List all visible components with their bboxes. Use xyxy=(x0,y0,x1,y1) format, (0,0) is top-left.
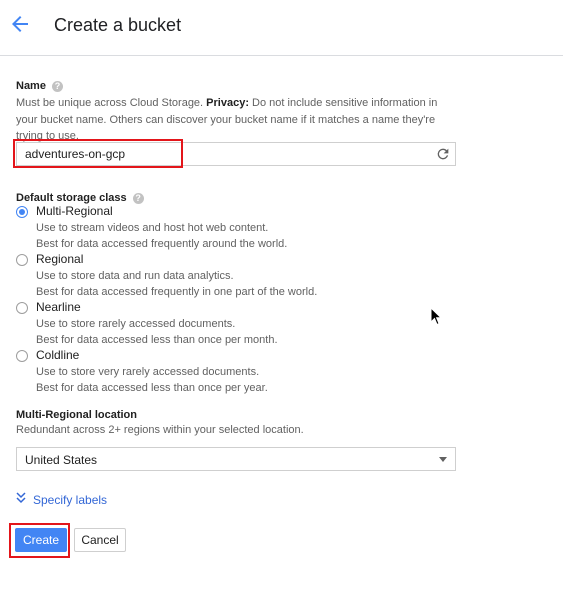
option-title: Coldline xyxy=(36,348,80,362)
storage-class-label: Default storage class xyxy=(16,192,127,204)
page-header: Create a bucket xyxy=(0,0,563,56)
location-label: Multi-Regional location xyxy=(16,409,137,421)
option-description: Best for data accessed less than once pe… xyxy=(36,382,268,394)
page-title: Create a bucket xyxy=(54,15,182,35)
help-icon[interactable]: ? xyxy=(132,193,144,204)
bucket-name-input[interactable] xyxy=(17,143,425,165)
create-button[interactable]: Create xyxy=(15,528,67,552)
name-label: Name xyxy=(16,80,46,92)
option-description: Use to store rarely accessed documents. xyxy=(36,318,236,330)
mouse-cursor-icon xyxy=(430,306,443,327)
name-description: Must be unique across Cloud Storage. Pri… xyxy=(16,95,456,145)
location-description: Redundant across 2+ regions within your … xyxy=(16,424,304,436)
location-section: Multi-Regional location Redundant across… xyxy=(16,409,456,439)
option-title: Nearline xyxy=(36,300,81,314)
location-select[interactable]: United States xyxy=(16,447,456,471)
name-section: Name? Must be unique across Cloud Storag… xyxy=(16,76,456,145)
option-title: Multi-Regional xyxy=(36,204,113,218)
option-description: Use to store data and run data analytics… xyxy=(36,270,234,282)
help-icon[interactable]: ? xyxy=(51,81,63,92)
caret-down-icon xyxy=(439,457,447,462)
back-arrow-icon[interactable] xyxy=(8,12,32,36)
privacy-label: Privacy: xyxy=(206,97,249,109)
radio-coldline[interactable] xyxy=(16,350,28,362)
cancel-button[interactable]: Cancel xyxy=(74,528,126,552)
double-chevron-down-icon xyxy=(16,492,28,507)
option-title: Regional xyxy=(36,252,84,266)
option-description: Use to stream videos and host hot web co… xyxy=(36,222,269,234)
option-description: Best for data accessed frequently in one… xyxy=(36,286,318,298)
specify-labels-link[interactable]: Specify labels xyxy=(16,492,107,507)
radio-multi-regional[interactable] xyxy=(16,206,28,218)
specify-labels-text: Specify labels xyxy=(33,493,108,507)
refresh-icon[interactable] xyxy=(435,146,451,162)
option-description: Best for data accessed frequently around… xyxy=(36,238,288,250)
radio-nearline[interactable] xyxy=(16,302,28,314)
create-bucket-page: Create a bucket Name? Must be unique acr… xyxy=(0,0,563,603)
option-description: Use to store very rarely accessed docume… xyxy=(36,366,260,378)
location-selected-value: United States xyxy=(25,453,98,467)
radio-regional[interactable] xyxy=(16,254,28,266)
name-description-text: Must be unique across Cloud Storage. xyxy=(16,97,204,109)
bucket-name-field xyxy=(16,142,456,166)
option-description: Best for data accessed less than once pe… xyxy=(36,334,278,346)
storage-class-section: Default storage class? Multi-Regional Us… xyxy=(16,188,456,394)
